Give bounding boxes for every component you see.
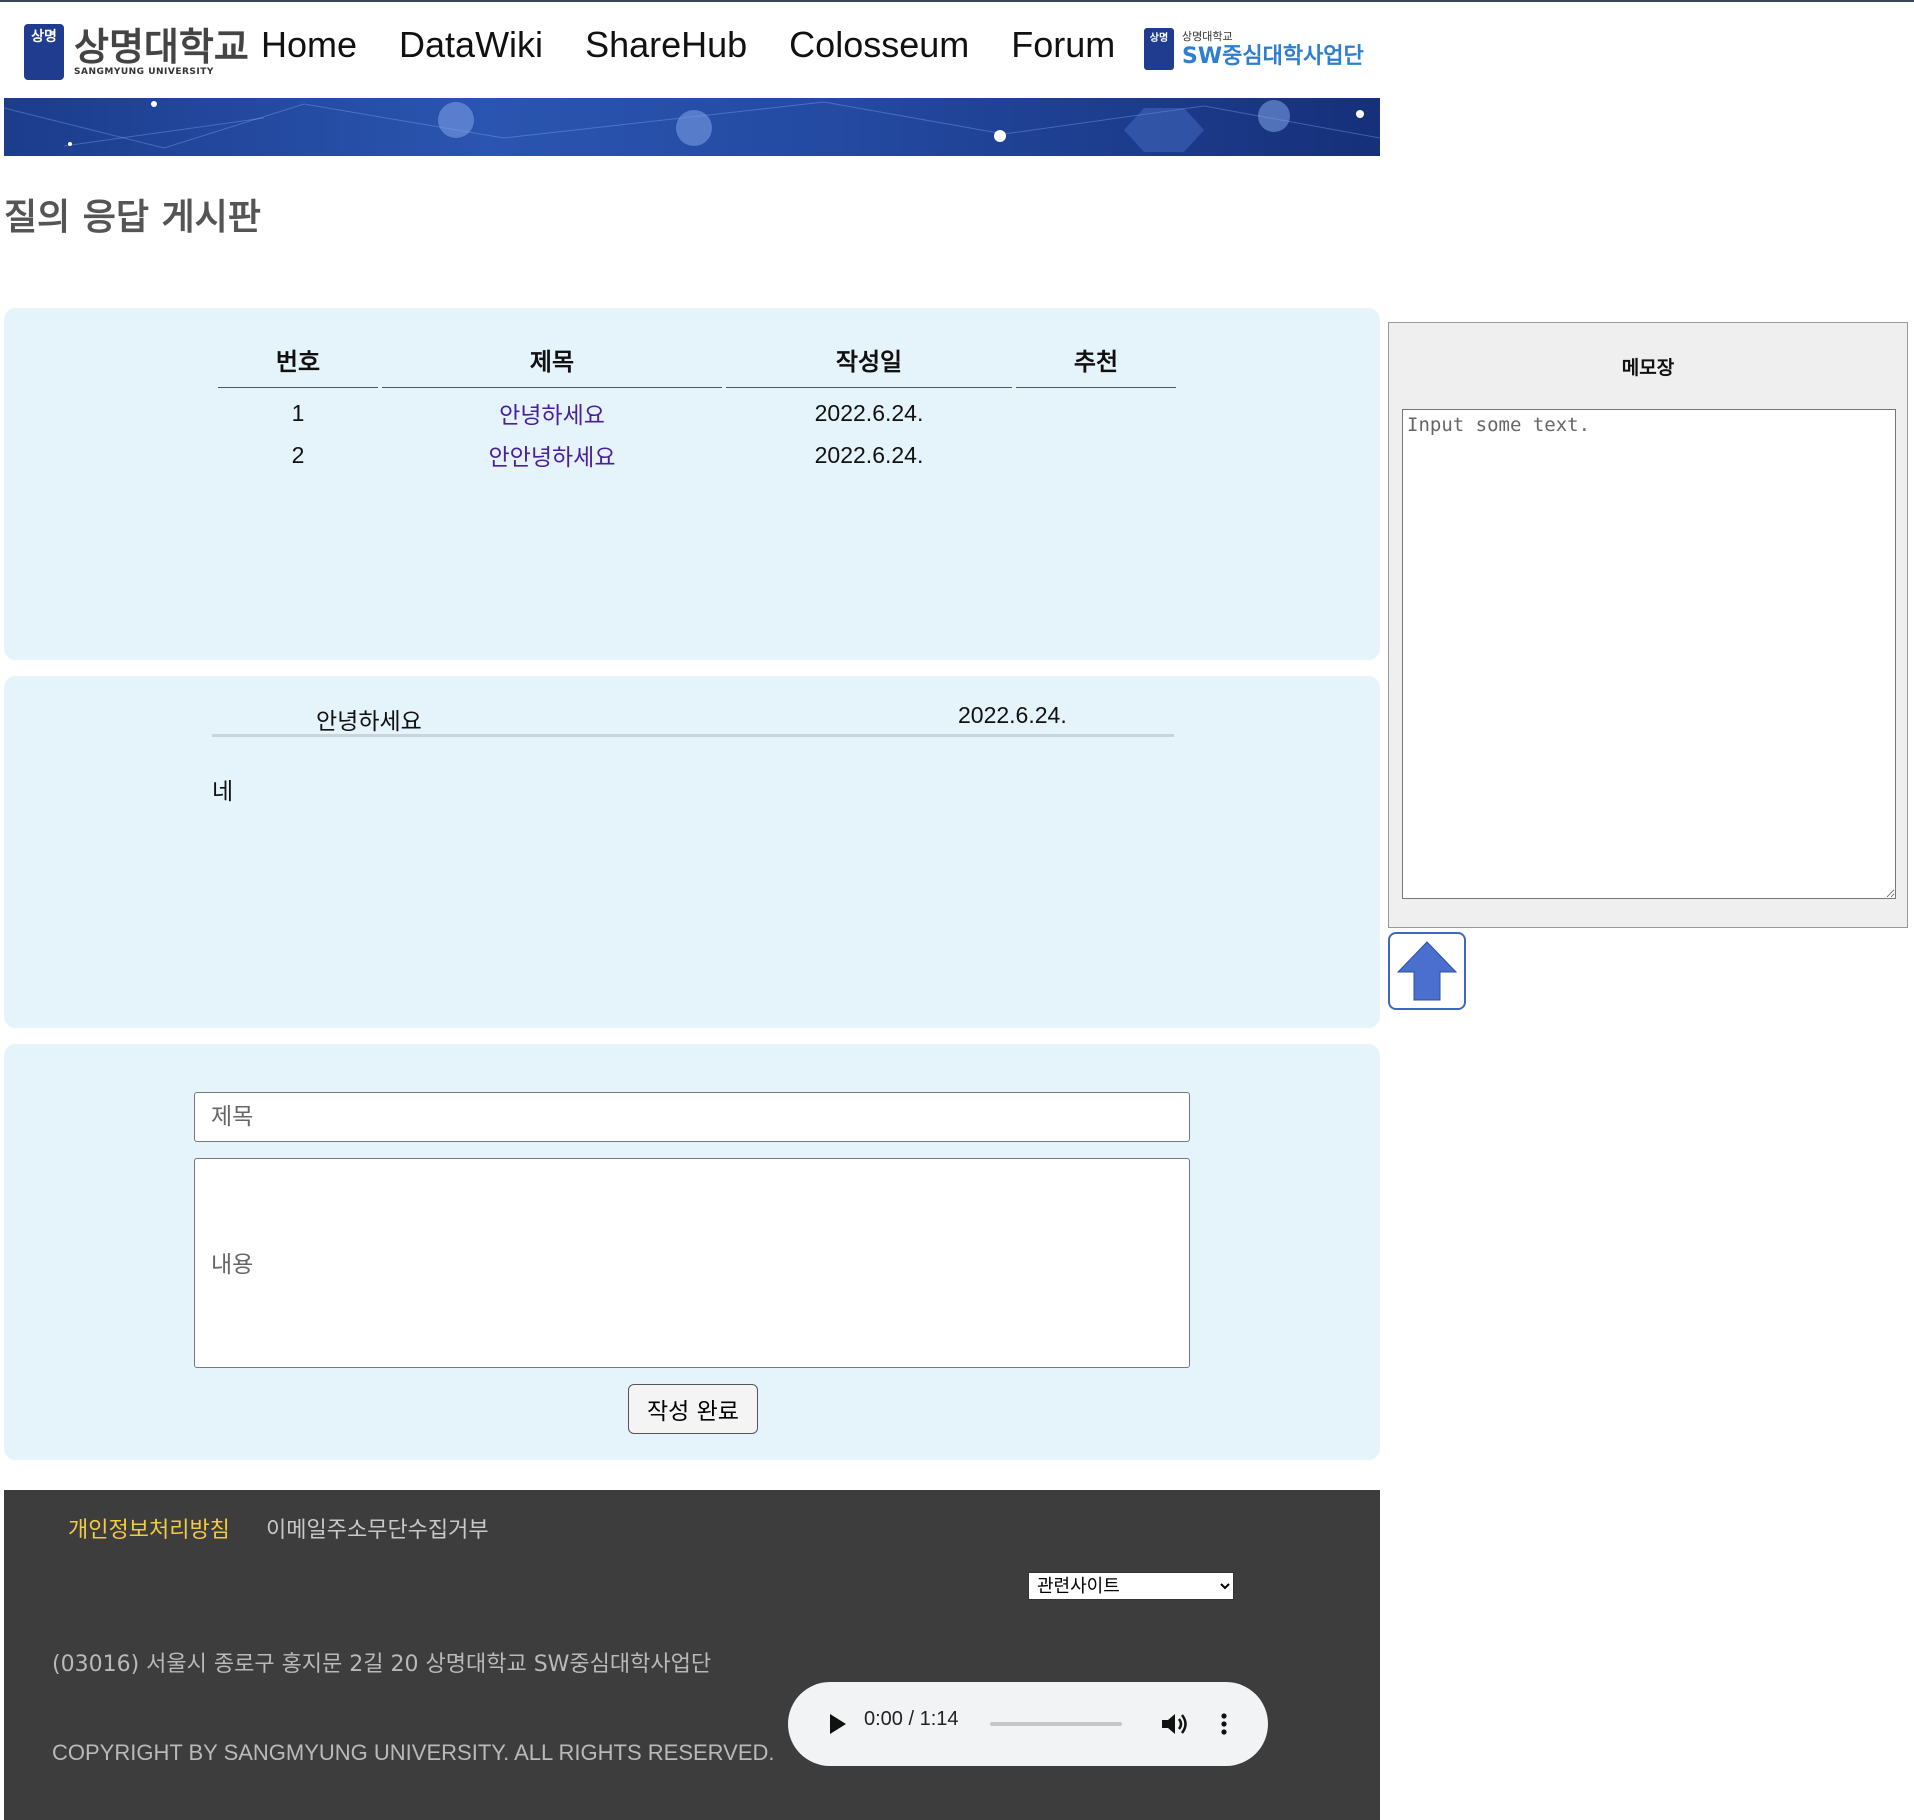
submit-button[interactable]: 작성 완료 (628, 1384, 758, 1434)
sw-program-title: SW중심대학사업단 (1182, 44, 1364, 69)
page-title: 질의 응답 게시판 (4, 197, 261, 238)
row-number: 2 (291, 441, 305, 468)
related-sites-select[interactable]: 관련사이트 (1028, 1572, 1234, 1600)
table-row: 1 안녕하세요 2022.6.24. (218, 388, 1176, 430)
title-input[interactable] (194, 1092, 1190, 1142)
university-emblem: 상명 (24, 24, 64, 80)
arrow-up-icon (1396, 941, 1458, 1001)
email-refuse-link[interactable]: 이메일주소무단수집거부 (266, 1512, 489, 1544)
row-date: 2022.6.24. (814, 399, 924, 426)
privacy-policy-link[interactable]: 개인정보처리방침 (68, 1512, 230, 1544)
row-title-cell: 안안녕하세요 (382, 430, 722, 472)
nav-forum[interactable]: Forum (1011, 22, 1115, 68)
nav-datawiki[interactable]: DataWiki (399, 22, 543, 68)
post-detail-panel: 안녕하세요 2022.6.24. 네 (4, 676, 1380, 1028)
audio-progress-bar[interactable] (990, 1722, 1122, 1726)
university-name: 상명대학교 SANGMYUNG UNIVERSITY (74, 27, 249, 77)
main-nav: Home DataWiki ShareHub Colosseum Forum (261, 22, 1115, 68)
sw-emblem: 상명 (1144, 28, 1174, 70)
column-header-title: 제목 (382, 330, 722, 388)
content-textarea[interactable] (194, 1158, 1190, 1368)
audio-time: 0:00 / 1:14 (864, 1708, 959, 1730)
site-header: 상명 상명대학교 SANGMYUNG UNIVERSITY Home DataW… (4, 2, 1380, 98)
memo-title: 메모장 (1621, 357, 1675, 379)
nav-home[interactable]: Home (261, 22, 357, 68)
row-date: 2022.6.24. (814, 441, 924, 468)
sw-program-logo[interactable]: 상명 상명대학교 SW중심대학사업단 (1144, 28, 1364, 70)
post-date: 2022.6.24. (958, 702, 1067, 728)
column-header-recommend: 추천 (1016, 330, 1176, 388)
column-header-date: 작성일 (726, 330, 1012, 388)
footer-address: (03016) 서울시 종로구 홍지문 2길 20 상명대학교 SW중심대학사업… (52, 1652, 712, 1677)
row-recommend (1016, 430, 1176, 472)
row-title-link[interactable]: 안녕하세요 (499, 403, 605, 429)
emblem-glyph: 상명 (31, 29, 57, 45)
post-title: 안녕하세요 (316, 709, 422, 735)
volume-icon[interactable] (1158, 1708, 1190, 1740)
nav-colosseum[interactable]: Colosseum (789, 22, 969, 68)
table-row: 2 안안녕하세요 2022.6.24. (218, 430, 1176, 472)
sw-program-name: 상명대학교 SW중심대학사업단 (1182, 28, 1364, 70)
play-icon[interactable] (824, 1708, 850, 1740)
board-table: 번호 제목 작성일 추천 1 안녕하세요 2022.6.24. 2 안안녕하세요… (214, 330, 1180, 472)
row-recommend (1016, 388, 1176, 430)
row-number: 1 (291, 399, 305, 426)
board-list-panel: 번호 제목 작성일 추천 1 안녕하세요 2022.6.24. 2 안안녕하세요… (4, 308, 1380, 660)
header-banner (4, 98, 1380, 156)
sw-program-university: 상명대학교 (1182, 30, 1233, 43)
row-title-cell: 안녕하세요 (382, 388, 722, 430)
row-title-link[interactable]: 안안녕하세요 (489, 445, 616, 471)
memo-pad: 메모장 (1388, 322, 1908, 928)
university-logo[interactable]: 상명 상명대학교 SANGMYUNG UNIVERSITY (24, 22, 249, 82)
audio-player: 0:00 / 1:14 (788, 1682, 1268, 1766)
table-header-row: 번호 제목 작성일 추천 (218, 330, 1176, 388)
site-footer: 개인정보처리방침 이메일주소무단수집거부 관련사이트 (03016) 서울시 종… (4, 1490, 1380, 1820)
footer-copyright: COPYRIGHT BY SANGMYUNG UNIVERSITY. ALL R… (52, 1740, 775, 1765)
post-header: 안녕하세요 2022.6.24. (212, 690, 1174, 737)
more-vertical-icon[interactable] (1216, 1708, 1232, 1740)
write-form-panel: 작성 완료 (4, 1044, 1380, 1460)
post-body: 네 (212, 779, 234, 805)
university-name-ko: 상명대학교 (74, 25, 249, 69)
scroll-top-button[interactable] (1388, 932, 1466, 1010)
column-header-number: 번호 (218, 330, 378, 388)
nav-sharehub[interactable]: ShareHub (585, 22, 747, 68)
memo-textarea[interactable] (1402, 409, 1896, 899)
banner-network-graphic (4, 100, 1380, 152)
